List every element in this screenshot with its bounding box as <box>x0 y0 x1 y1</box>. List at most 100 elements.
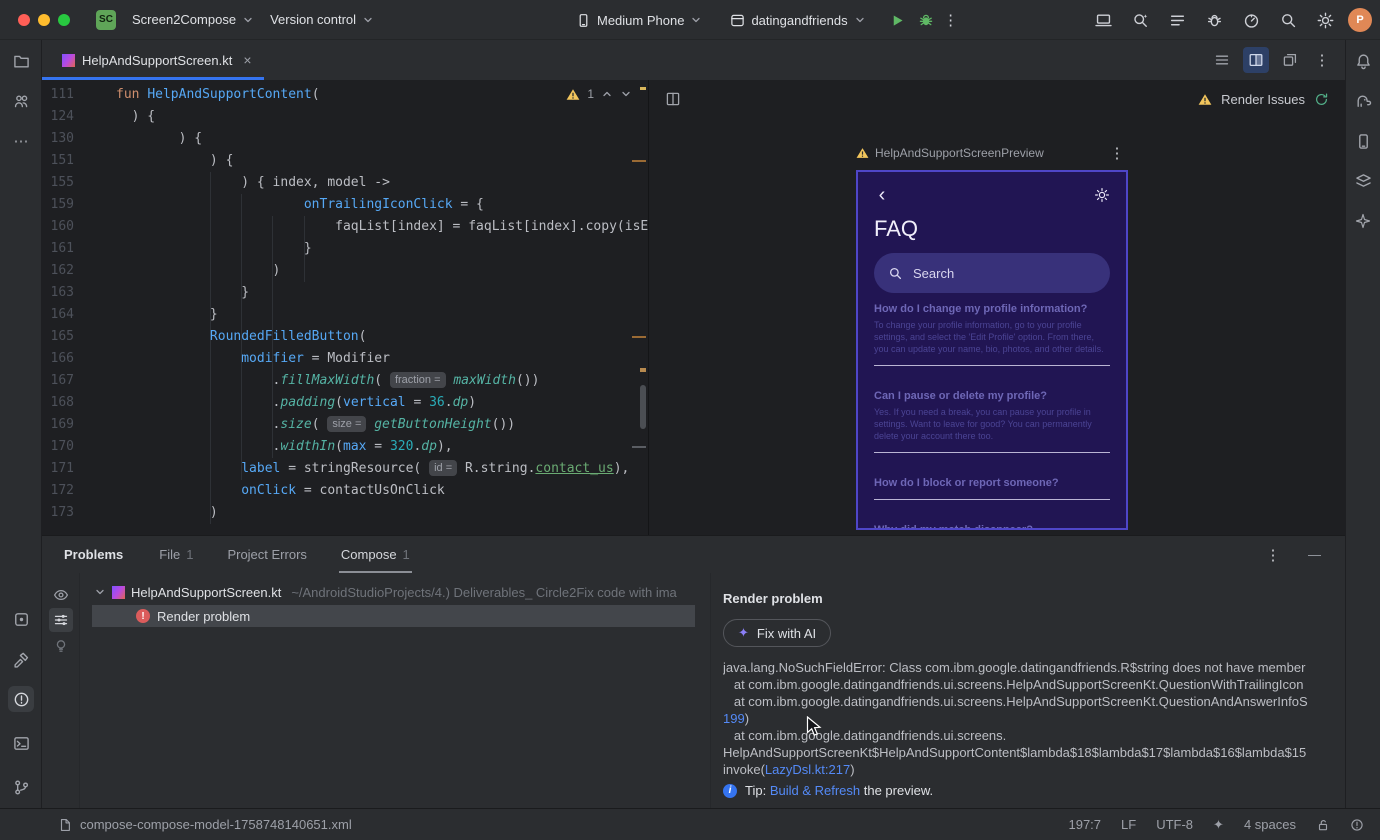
code-line[interactable]: 168 .padding(vertical = 36.dp) <box>42 392 648 414</box>
problems-file-row[interactable]: HelpAndSupportScreen.kt ~/AndroidStudioP… <box>80 581 712 603</box>
code-line[interactable]: 172 onClick = contactUsOnClick <box>42 480 648 502</box>
previous-issue-icon[interactable] <box>601 88 613 100</box>
avatar[interactable]: P <box>1348 8 1372 32</box>
code-line[interactable]: 169 .size( size = getButtonHeight()) <box>42 414 648 436</box>
code-line[interactable]: 161 } <box>42 238 648 260</box>
faq-question[interactable]: Why did my match disappear? <box>874 524 1110 528</box>
commit-icon[interactable] <box>8 606 34 632</box>
code-line[interactable]: 124 ) { <box>42 106 648 128</box>
code-editor[interactable]: 111 fun HelpAndSupportContent(124 ) {130 … <box>42 80 648 535</box>
close-window-icon[interactable] <box>18 13 30 26</box>
task-list-icon[interactable] <box>1163 6 1191 34</box>
code-line[interactable]: 164 } <box>42 304 648 326</box>
editor-list-icon[interactable] <box>1209 47 1235 73</box>
code-line[interactable]: 130 ) { <box>42 128 648 150</box>
search-icon[interactable] <box>1274 6 1302 34</box>
notifications-status-icon[interactable] <box>1350 818 1364 832</box>
gemini-icon[interactable] <box>1350 208 1376 234</box>
notifications-bell-icon[interactable] <box>1350 48 1376 74</box>
profiler-bug-icon[interactable] <box>1200 6 1228 34</box>
split-preview-icon[interactable] <box>1243 47 1269 73</box>
code-line[interactable]: 173 ) <box>42 502 648 524</box>
more-run-options-icon[interactable]: ⋮ <box>940 11 962 29</box>
run-button[interactable] <box>884 6 912 34</box>
run-configuration-selector[interactable]: datingandfriends <box>730 13 865 28</box>
project-selector[interactable]: Screen2Compose <box>132 12 254 27</box>
tip-row: i Tip: Build & Refresh the preview. <box>723 783 1337 798</box>
vcs-selector[interactable]: Version control <box>270 12 374 27</box>
profiler-icon[interactable] <box>1237 6 1265 34</box>
resource-manager-icon[interactable] <box>1350 168 1376 194</box>
stack-link[interactable]: LazyDsl.kt:217 <box>765 762 850 777</box>
next-issue-icon[interactable] <box>620 88 632 100</box>
code-line[interactable]: 160 faqList[index] = faqList[index].copy… <box>42 216 648 238</box>
code-line[interactable]: 165 RoundedFilledButton( <box>42 326 648 348</box>
render-problem-row[interactable]: ! Render problem <box>92 605 695 627</box>
editor-options-icon[interactable]: ⋮ <box>1311 51 1333 69</box>
faq-question[interactable]: Can I pause or delete my profile? <box>874 390 1110 402</box>
lock-icon[interactable] <box>1316 818 1330 832</box>
code-line[interactable]: 162 ) <box>42 260 648 282</box>
ai-status-icon[interactable]: ✦ <box>1213 817 1224 833</box>
fix-with-ai-button[interactable]: ✦ Fix with AI <box>723 619 832 647</box>
project-folder-icon[interactable] <box>8 48 34 74</box>
code-line[interactable]: 170 .widthIn(max = 320.dp), <box>42 436 648 458</box>
caret-position[interactable]: 197:7 <box>1068 817 1101 832</box>
tab-help-and-support-screen[interactable]: HelpAndSupportScreen.kt × <box>42 40 264 80</box>
indent-setting[interactable]: 4 spaces <box>1244 817 1296 832</box>
view-options-icon[interactable] <box>49 608 73 632</box>
quick-fix-bulb-icon[interactable] <box>49 634 73 658</box>
git-branch-icon[interactable] <box>8 774 34 800</box>
code-line[interactable]: 167 .fillMaxWidth( fraction = maxWidth()… <box>42 370 648 392</box>
stack-link[interactable]: 199 <box>723 711 745 726</box>
tab-compose[interactable]: Compose 1 <box>338 536 412 573</box>
problems-icon[interactable] <box>8 686 34 712</box>
render-issues-label[interactable]: Render Issues <box>1221 92 1305 107</box>
editor-scrollbar[interactable] <box>640 385 646 429</box>
code-line[interactable]: 159 onTrailingIconClick = { <box>42 194 648 216</box>
code-line[interactable]: 151 ) { <box>42 150 648 172</box>
build-icon[interactable] <box>8 646 34 672</box>
code-line[interactable]: 166 modifier = Modifier <box>42 348 648 370</box>
preview-menu-icon[interactable]: ⋮ <box>1106 144 1128 162</box>
panel-options-icon[interactable]: ⋮ <box>1262 546 1284 564</box>
faq-question[interactable]: How do I change my profile information? <box>874 303 1110 315</box>
minimize-window-icon[interactable] <box>38 13 50 26</box>
line-separator[interactable]: LF <box>1121 817 1136 832</box>
open-in-window-icon[interactable] <box>1277 47 1303 73</box>
tab-project-errors[interactable]: Project Errors <box>227 536 306 573</box>
device-selector[interactable]: Medium Phone <box>576 13 702 28</box>
build-refresh-link[interactable]: Build & Refresh <box>770 783 860 798</box>
code-line[interactable]: 163 } <box>42 282 648 304</box>
preview-layout-icon[interactable] <box>665 91 681 107</box>
code-line[interactable]: 171 label = stringResource( id = R.strin… <box>42 458 648 480</box>
gradle-icon[interactable] <box>1350 88 1376 114</box>
code-line[interactable]: 155 ) { index, model -> <box>42 172 648 194</box>
back-icon[interactable]: ‹ <box>874 185 890 205</box>
refresh-preview-icon[interactable] <box>1314 92 1329 107</box>
debug-button[interactable] <box>912 6 940 34</box>
faq-search-field[interactable]: Search <box>874 253 1110 293</box>
settings-icon[interactable] <box>1311 6 1339 34</box>
tab-file[interactable]: File 1 <box>159 536 193 573</box>
device-manager-icon[interactable] <box>1350 128 1376 154</box>
more-tool-windows-icon[interactable]: ⋯ <box>8 128 34 154</box>
structure-people-icon[interactable] <box>8 88 34 114</box>
close-tab-icon[interactable]: × <box>243 52 251 68</box>
file-name: HelpAndSupportScreen.kt <box>131 584 282 600</box>
code-line[interactable]: 111 fun HelpAndSupportContent( <box>42 84 648 106</box>
preview-card-header[interactable]: HelpAndSupportScreenPreview ⋮ <box>856 144 1128 162</box>
running-devices-icon[interactable] <box>1089 6 1117 34</box>
status-file-name[interactable]: compose-compose-model-1758748140651.xml <box>80 817 352 832</box>
file-encoding[interactable]: UTF-8 <box>1156 817 1193 832</box>
inspections-widget[interactable]: 1 <box>566 87 632 101</box>
panel-title[interactable]: Problems <box>64 547 123 562</box>
terminal-icon[interactable] <box>8 730 34 756</box>
phone-settings-gear-icon[interactable] <box>1094 187 1110 203</box>
hide-panel-icon[interactable]: — <box>1308 547 1321 562</box>
gemini-search-icon[interactable] <box>1126 6 1154 34</box>
phone-preview[interactable]: ‹ FAQ Search How do I change my profile … <box>856 170 1128 530</box>
zoom-window-icon[interactable] <box>58 13 70 26</box>
faq-question[interactable]: How do I block or report someone? <box>874 477 1110 489</box>
preview-problems-eye-icon[interactable] <box>49 583 73 607</box>
